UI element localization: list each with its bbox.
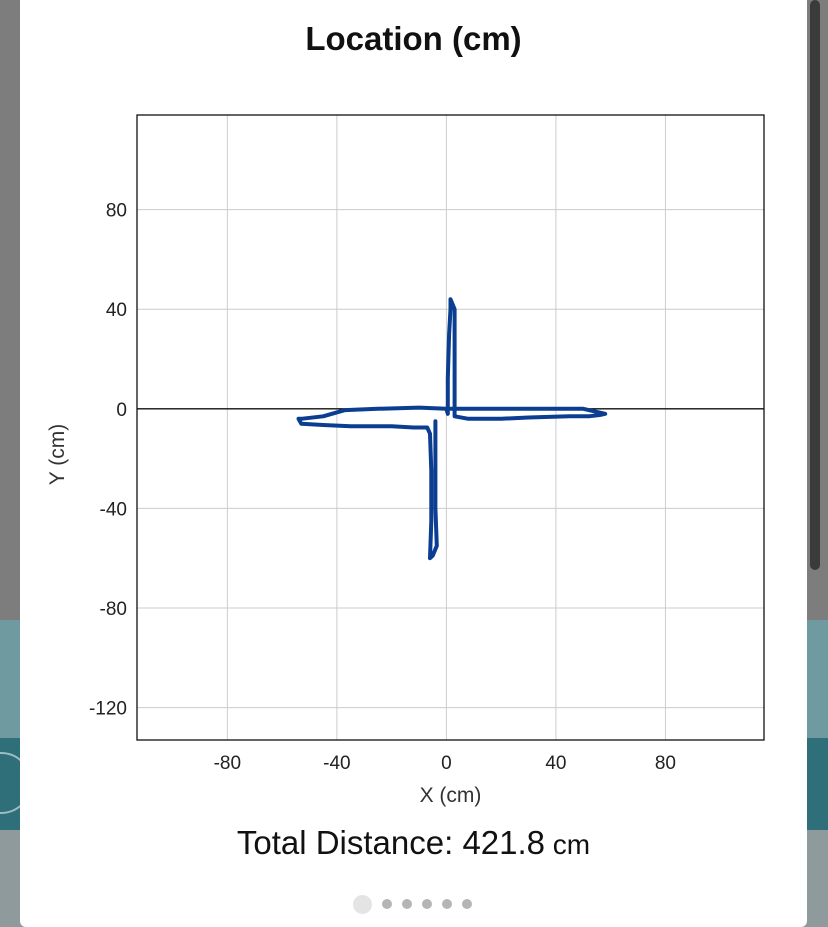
background-scrollbar xyxy=(810,0,820,570)
page-dot[interactable] xyxy=(402,899,412,909)
x-tick-label: 40 xyxy=(545,753,566,774)
x-axis-label: X (cm) xyxy=(420,784,482,807)
total-distance-value: Total Distance: 421.8 xyxy=(236,824,546,861)
path-series-line xyxy=(296,405,449,561)
page-dot[interactable] xyxy=(462,899,472,909)
y-tick-label: -80 xyxy=(100,599,127,620)
y-tick-label: 80 xyxy=(106,201,127,222)
page-dot[interactable] xyxy=(442,899,452,909)
y-tick-label: -40 xyxy=(100,499,127,520)
y-tick-label: 40 xyxy=(106,300,127,321)
page-indicator[interactable] xyxy=(353,894,482,914)
plot-frame xyxy=(136,114,765,741)
location-chart: -80 -40 0 40 80 80 40 0 -40 -80 -120 X (cm) Y (cm) xyxy=(46,114,765,807)
x-tick-label: -40 xyxy=(323,753,350,774)
x-tick-label: 0 xyxy=(441,753,452,774)
x-tick-label: 80 xyxy=(655,753,676,774)
page-dot[interactable] xyxy=(353,894,372,914)
total-distance: Total Distance: 421.8 cm xyxy=(20,824,807,862)
page-dot[interactable] xyxy=(382,899,392,909)
y-tick-label: 0 xyxy=(116,400,127,421)
x-tick-label: -80 xyxy=(214,753,241,774)
y-axis-label: Y (cm) xyxy=(46,424,69,485)
path-series-line xyxy=(444,297,608,421)
page-dot[interactable] xyxy=(422,899,432,909)
chart-modal: Location (cm) -80 -40 0 40 80 80 40 0 -40 -80 -120… xyxy=(20,0,807,927)
y-tick-label: -120 xyxy=(89,699,127,720)
total-distance-unit: cm xyxy=(545,829,591,860)
